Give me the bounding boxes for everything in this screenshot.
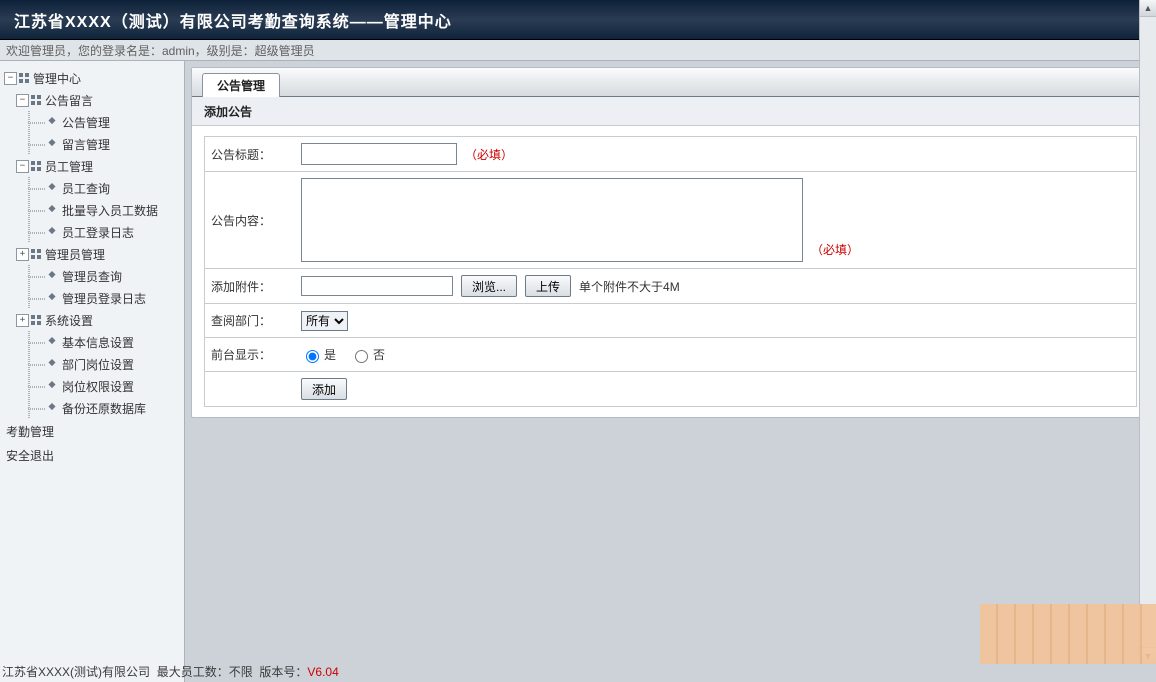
tree-group-settings[interactable]: 系统设置 bbox=[43, 312, 95, 329]
label-front: 前台显示： bbox=[205, 338, 293, 371]
diamond-icon bbox=[48, 359, 58, 369]
radio-label: 否 bbox=[373, 346, 385, 363]
tree-item-admin-log[interactable]: 管理员登录日志 bbox=[60, 290, 148, 307]
label-title: 公告标题： bbox=[205, 137, 293, 171]
footer-version: V6.04 bbox=[307, 665, 338, 679]
tree-line bbox=[28, 199, 46, 221]
sidebar-item-attendance[interactable]: 考勤管理 bbox=[4, 419, 180, 443]
submit-button[interactable]: 添加 bbox=[301, 378, 347, 400]
tree-line bbox=[28, 331, 46, 353]
tree-item-announce-manage[interactable]: 公告管理 bbox=[60, 114, 112, 131]
scroll-down-icon[interactable]: ▼ bbox=[1140, 647, 1156, 664]
tree-item-basic-settings[interactable]: 基本信息设置 bbox=[60, 334, 136, 351]
tree-line bbox=[28, 111, 46, 133]
radio-yes[interactable]: 是 bbox=[301, 346, 336, 363]
sidebar-item-label: 安全退出 bbox=[6, 447, 54, 464]
tab-announcement[interactable]: 公告管理 bbox=[202, 73, 280, 97]
diamond-icon bbox=[48, 139, 58, 149]
tree-toggle-announcements[interactable]: − bbox=[16, 94, 29, 107]
sidebar: − 管理中心 − 公告留言 公告管 bbox=[0, 61, 185, 682]
cluster-icon bbox=[31, 249, 41, 259]
diamond-icon bbox=[48, 403, 58, 413]
radio-group-front: 是 否 bbox=[301, 346, 385, 363]
label-attach: 添加附件： bbox=[205, 269, 293, 303]
radio-yes-input[interactable] bbox=[306, 350, 319, 363]
tree-item-post-perm[interactable]: 岗位权限设置 bbox=[60, 378, 136, 395]
textarea-content[interactable] bbox=[301, 178, 803, 262]
cluster-icon bbox=[31, 95, 41, 105]
tab-strip: 公告管理 bbox=[192, 68, 1149, 97]
welcome-bar: 欢迎管理员，您的登录名是：admin，级别是：超级管理员 bbox=[0, 40, 1156, 61]
tree-item-staff-log[interactable]: 员工登录日志 bbox=[60, 224, 136, 241]
tree-toggle-root[interactable]: − bbox=[4, 72, 17, 85]
required-hint: （必填） bbox=[811, 241, 859, 258]
tree-line bbox=[28, 133, 46, 155]
welcome-text: 欢迎管理员，您的登录名是：admin，级别是：超级管理员 bbox=[6, 42, 315, 59]
footer-version-label: 版本号： bbox=[259, 665, 307, 679]
tree-toggle-settings[interactable]: + bbox=[16, 314, 29, 327]
tree-root[interactable]: 管理中心 bbox=[31, 70, 83, 87]
radio-no-input[interactable] bbox=[355, 350, 368, 363]
diamond-icon bbox=[48, 227, 58, 237]
tree-line bbox=[28, 221, 46, 243]
tree-group-announcements[interactable]: 公告留言 bbox=[43, 92, 95, 109]
tree-item-dept-post[interactable]: 部门岗位设置 bbox=[60, 356, 136, 373]
sidebar-item-label: 考勤管理 bbox=[6, 423, 54, 440]
tree-group-staff[interactable]: 员工管理 bbox=[43, 158, 95, 175]
sidebar-item-logout[interactable]: 安全退出 bbox=[4, 443, 180, 467]
tree-item-admin-query[interactable]: 管理员查询 bbox=[60, 268, 124, 285]
section-title: 添加公告 bbox=[204, 103, 252, 120]
scroll-up-icon[interactable]: ▲ bbox=[1140, 0, 1156, 17]
tree-line bbox=[28, 397, 46, 419]
file-path-box[interactable] bbox=[301, 276, 453, 296]
tree-toggle-staff[interactable]: − bbox=[16, 160, 29, 173]
diamond-icon bbox=[48, 271, 58, 281]
label-content: 公告内容： bbox=[205, 172, 293, 268]
section-header: 添加公告 bbox=[192, 97, 1149, 126]
diamond-icon bbox=[48, 381, 58, 391]
diamond-icon bbox=[48, 183, 58, 193]
diamond-icon bbox=[48, 117, 58, 127]
app-title-bar: 江苏省XXXX（测试）有限公司考勤查询系统——管理中心 bbox=[0, 0, 1156, 40]
tree-line bbox=[28, 265, 46, 287]
cluster-icon bbox=[31, 315, 41, 325]
footer: 江苏省XXXX(测试)有限公司 最大员工数：不限 版本号：V6.04 bbox=[2, 663, 339, 680]
cluster-icon bbox=[19, 73, 29, 83]
form: 公告标题： （必填） 公告内容： （必填） bbox=[204, 136, 1137, 407]
footer-company: 江苏省XXXX(测试)有限公司 bbox=[2, 665, 150, 679]
tree-line bbox=[28, 177, 46, 199]
panel: 公告管理 添加公告 公告标题： （必填） 公告内容： bbox=[191, 67, 1150, 418]
tab-label: 公告管理 bbox=[217, 77, 265, 94]
tree-item-staff-query[interactable]: 员工查询 bbox=[60, 180, 112, 197]
input-title[interactable] bbox=[301, 143, 457, 165]
tree-item-message-manage[interactable]: 留言管理 bbox=[60, 136, 112, 153]
tree-line bbox=[28, 287, 46, 309]
required-hint: （必填） bbox=[465, 146, 513, 163]
upload-button[interactable]: 上传 bbox=[525, 275, 571, 297]
tree-item-staff-import[interactable]: 批量导入员工数据 bbox=[60, 202, 160, 219]
select-dept[interactable]: 所有 bbox=[301, 311, 348, 331]
scroll-track[interactable] bbox=[1140, 17, 1156, 647]
attach-hint: 单个附件不大于4M bbox=[579, 278, 680, 295]
main-area: 公告管理 添加公告 公告标题： （必填） 公告内容： bbox=[185, 61, 1156, 682]
diamond-icon bbox=[48, 293, 58, 303]
tree-line bbox=[28, 375, 46, 397]
diamond-icon bbox=[48, 205, 58, 215]
diamond-icon bbox=[48, 337, 58, 347]
app-title: 江苏省XXXX（测试）有限公司考勤查询系统——管理中心 bbox=[14, 8, 452, 32]
label-empty bbox=[205, 372, 293, 406]
radio-no[interactable]: 否 bbox=[350, 346, 385, 363]
tree-item-backup[interactable]: 备份还原数据库 bbox=[60, 400, 148, 417]
browse-button[interactable]: 浏览... bbox=[461, 275, 517, 297]
tree-line bbox=[28, 353, 46, 375]
tree-toggle-admin[interactable]: + bbox=[16, 248, 29, 261]
footer-limit: 最大员工数：不限 bbox=[157, 665, 253, 679]
cluster-icon bbox=[31, 161, 41, 171]
radio-label: 是 bbox=[324, 346, 336, 363]
tree-group-admin[interactable]: 管理员管理 bbox=[43, 246, 107, 263]
label-dept: 查阅部门： bbox=[205, 304, 293, 337]
vertical-scrollbar[interactable]: ▲ ▼ bbox=[1139, 0, 1156, 664]
